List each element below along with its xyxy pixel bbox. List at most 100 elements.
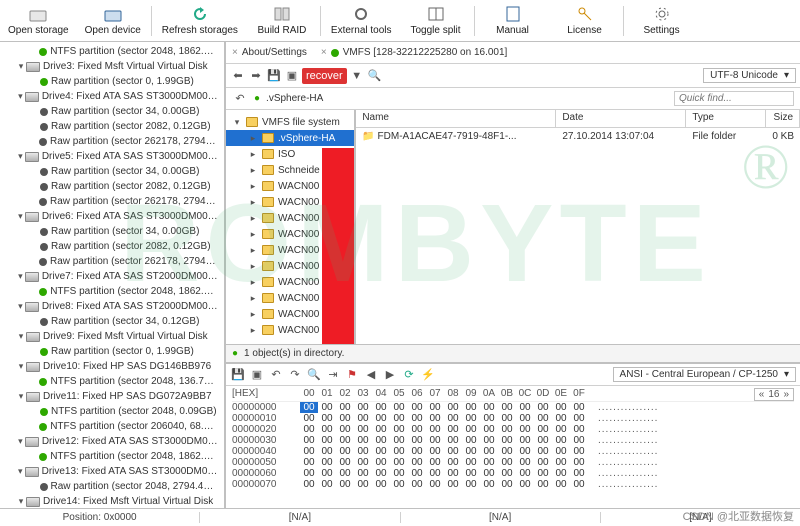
status-bar: ● 1 object(s) in directory. bbox=[226, 344, 800, 362]
tree-row[interactable]: Raw partition (sector 262178, 2794.33GB) bbox=[2, 254, 222, 269]
tree-row[interactable]: ▾Drive13: Fixed ATA SAS ST3000DM001-1ER1 bbox=[2, 464, 222, 479]
tree-row[interactable]: ▾Drive5: Fixed ATA SAS ST3000DM001-1ER1 bbox=[2, 149, 222, 164]
manual-button[interactable]: Manual bbox=[477, 3, 549, 38]
fs-tree-item[interactable]: ▸.vSphere-HA bbox=[226, 130, 354, 146]
tree-row[interactable]: Raw partition (sector 2048, 2794.45GB) bbox=[2, 479, 222, 494]
drive-icon bbox=[25, 92, 39, 102]
tree-row[interactable]: Raw partition (sector 34, 0.00GB) bbox=[2, 164, 222, 179]
tree-row[interactable]: Raw partition (sector 2082, 0.12GB) bbox=[2, 119, 222, 134]
copy-icon[interactable]: ▣ bbox=[284, 68, 300, 84]
hex-row[interactable]: 0000005000000000000000000000000000000000… bbox=[232, 457, 794, 468]
hex-next-icon[interactable]: ▶ bbox=[382, 367, 398, 383]
filesystem-tree[interactable]: ▾VMFS file system▸.vSphere-HA▸ISO▸Schnei… bbox=[226, 110, 356, 344]
tree-row[interactable]: NTFS partition (sector 2048, 136.72GB) bbox=[2, 374, 222, 389]
tree-row[interactable]: ▾Drive14: Fixed Msft Virtual Virtual Dis… bbox=[2, 494, 222, 508]
hex-row[interactable]: 0000001000000000000000000000000000000000… bbox=[232, 413, 794, 424]
filter-icon[interactable]: ▼ bbox=[349, 68, 365, 84]
tree-row[interactable]: ▾Drive10: Fixed HP SAS DG146BB976 bbox=[2, 359, 222, 374]
file-row[interactable]: 📁 FDM-A1ACAE47-7919-48F1-...27.10.2014 1… bbox=[356, 128, 800, 144]
close-icon[interactable]: × bbox=[321, 47, 327, 58]
toggle-split-button[interactable]: Toggle split bbox=[400, 3, 472, 38]
tree-row[interactable]: ▾Drive12: Fixed ATA SAS ST3000DM001-1ER bbox=[2, 434, 222, 449]
status-dot-icon bbox=[39, 423, 47, 431]
status-dot-icon bbox=[39, 378, 47, 386]
book-icon bbox=[504, 5, 522, 23]
status-dot-icon bbox=[40, 78, 48, 86]
external-tools-button[interactable]: External tools bbox=[323, 3, 400, 38]
folder-icon bbox=[262, 229, 274, 239]
tree-row[interactable]: ▾Drive4: Fixed ATA SAS ST3000DM001-1ER1 bbox=[2, 89, 222, 104]
hex-bolt-icon[interactable]: ⚡ bbox=[420, 367, 436, 383]
tab-vmfs[interactable]: ×VMFS [128-32212225280 on 16.001] bbox=[321, 47, 507, 58]
tree-row[interactable]: ▾Drive7: Fixed ATA SAS ST2000DM001-1ER1 bbox=[2, 269, 222, 284]
folder-icon bbox=[262, 277, 274, 287]
settings-button[interactable]: Settings bbox=[626, 3, 698, 38]
encoding-select[interactable]: UTF-8 Unicode▾ bbox=[703, 68, 796, 83]
breadcrumb[interactable]: .vSphere-HA bbox=[266, 93, 323, 104]
hex-row[interactable]: 0000004000000000000000000000000000000000… bbox=[232, 446, 794, 457]
tree-row[interactable]: NTFS partition (sector 2048, 0.09GB) bbox=[2, 404, 222, 419]
hex-row[interactable]: 0000007000000000000000000000000000000000… bbox=[232, 479, 794, 490]
tree-row[interactable]: ▾Drive11: Fixed HP SAS DG072A9BB7 bbox=[2, 389, 222, 404]
device-icon bbox=[104, 5, 122, 23]
build-raid-button[interactable]: Build RAID bbox=[246, 3, 318, 38]
hex-goto-icon[interactable]: ⇥ bbox=[325, 367, 341, 383]
tree-row[interactable]: Raw partition (sector 34, 0.00GB) bbox=[2, 104, 222, 119]
license-button[interactable]: License bbox=[549, 3, 621, 38]
tree-row[interactable]: NTFS partition (sector 2048, 1862.97GB) bbox=[2, 449, 222, 464]
back-icon[interactable]: ⬅ bbox=[230, 68, 246, 84]
tree-row[interactable]: Raw partition (sector 34, 0.00GB) bbox=[2, 224, 222, 239]
tree-row[interactable]: ▾Drive8: Fixed ATA SAS ST2000DM001-1ER1 bbox=[2, 299, 222, 314]
hex-bookmark-icon[interactable]: ⚑ bbox=[344, 367, 360, 383]
tree-row[interactable]: ▾Drive3: Fixed Msft Virtual Virtual Disk bbox=[2, 59, 222, 74]
hex-find-icon[interactable]: 🔍 bbox=[306, 367, 322, 383]
hex-copy-icon[interactable]: ▣ bbox=[249, 367, 265, 383]
tree-row[interactable]: ▾Drive9: Fixed Msft Virtual Virtual Disk bbox=[2, 329, 222, 344]
hex-row[interactable]: 0000000000000000000000000000000000000000… bbox=[232, 402, 794, 413]
chevron-left-icon: « bbox=[759, 389, 765, 400]
refresh-storages-button[interactable]: Refresh storages bbox=[154, 3, 246, 38]
hex-row[interactable]: 0000003000000000000000000000000000000000… bbox=[232, 435, 794, 446]
tree-row[interactable]: Raw partition (sector 262178, 2794.33GB) bbox=[2, 194, 222, 209]
hex-save-icon[interactable]: 💾 bbox=[230, 367, 246, 383]
hex-row[interactable]: 0000006000000000000000000000000000000000… bbox=[232, 468, 794, 479]
file-list-header[interactable]: Name Date Type Size bbox=[356, 110, 800, 128]
drive-icon bbox=[25, 302, 39, 312]
tree-row[interactable]: Raw partition (sector 262178, 2794.33GB) bbox=[2, 134, 222, 149]
tree-row[interactable]: NTFS partition (sector 2048, 1862.97GB) bbox=[2, 284, 222, 299]
hex-row[interactable]: 0000002000000000000000000000000000000000… bbox=[232, 424, 794, 435]
open-storage-button[interactable]: Open storage bbox=[0, 3, 77, 38]
fs-tree-item[interactable]: ▾VMFS file system bbox=[226, 114, 354, 130]
tab-about[interactable]: ×About/Settings bbox=[232, 47, 307, 58]
hex-columns-spinner[interactable]: «16» bbox=[754, 388, 794, 401]
folder-icon bbox=[262, 261, 274, 271]
up-icon[interactable]: ↶ bbox=[232, 91, 248, 107]
file-list: Name Date Type Size 📁 FDM-A1ACAE47-7919-… bbox=[356, 110, 800, 344]
hex-redo-icon[interactable]: ↷ bbox=[287, 367, 303, 383]
tree-row[interactable]: Raw partition (sector 2082, 0.12GB) bbox=[2, 179, 222, 194]
hex-refresh-icon[interactable]: ⟳ bbox=[401, 367, 417, 383]
hex-prev-icon[interactable]: ◀ bbox=[363, 367, 379, 383]
forward-icon[interactable]: ➡ bbox=[248, 68, 264, 84]
hex-undo-icon[interactable]: ↶ bbox=[268, 367, 284, 383]
recover-button[interactable]: recover bbox=[302, 68, 347, 84]
save-icon[interactable]: 💾 bbox=[266, 68, 282, 84]
open-device-button[interactable]: Open device bbox=[77, 3, 149, 38]
quick-find-input[interactable] bbox=[674, 91, 794, 106]
tree-row[interactable]: Raw partition (sector 0, 1.99GB) bbox=[2, 344, 222, 359]
status-dot-icon bbox=[40, 348, 48, 356]
drive-tree[interactable]: NTFS partition (sector 2048, 1862.97GB)▾… bbox=[0, 42, 226, 508]
status-dot-icon bbox=[39, 48, 47, 56]
tree-row[interactable]: NTFS partition (sector 206040, 68.26GB) bbox=[2, 419, 222, 434]
tree-row[interactable]: Raw partition (sector 34, 0.12GB) bbox=[2, 314, 222, 329]
tree-row[interactable]: ▾Drive6: Fixed ATA SAS ST3000DM001-1ER1 bbox=[2, 209, 222, 224]
drive-icon bbox=[26, 362, 40, 372]
hex-encoding-select[interactable]: ANSI - Central European / CP-1250▾ bbox=[613, 367, 796, 382]
tree-row[interactable]: NTFS partition (sector 2048, 1862.97GB) bbox=[2, 44, 222, 59]
close-icon[interactable]: × bbox=[232, 47, 238, 58]
tree-row[interactable]: Raw partition (sector 0, 1.99GB) bbox=[2, 74, 222, 89]
tree-row[interactable]: Raw partition (sector 2082, 0.12GB) bbox=[2, 239, 222, 254]
status-dot-icon bbox=[39, 138, 47, 146]
find-icon[interactable]: 🔍 bbox=[367, 68, 383, 84]
folder-icon bbox=[246, 117, 258, 127]
